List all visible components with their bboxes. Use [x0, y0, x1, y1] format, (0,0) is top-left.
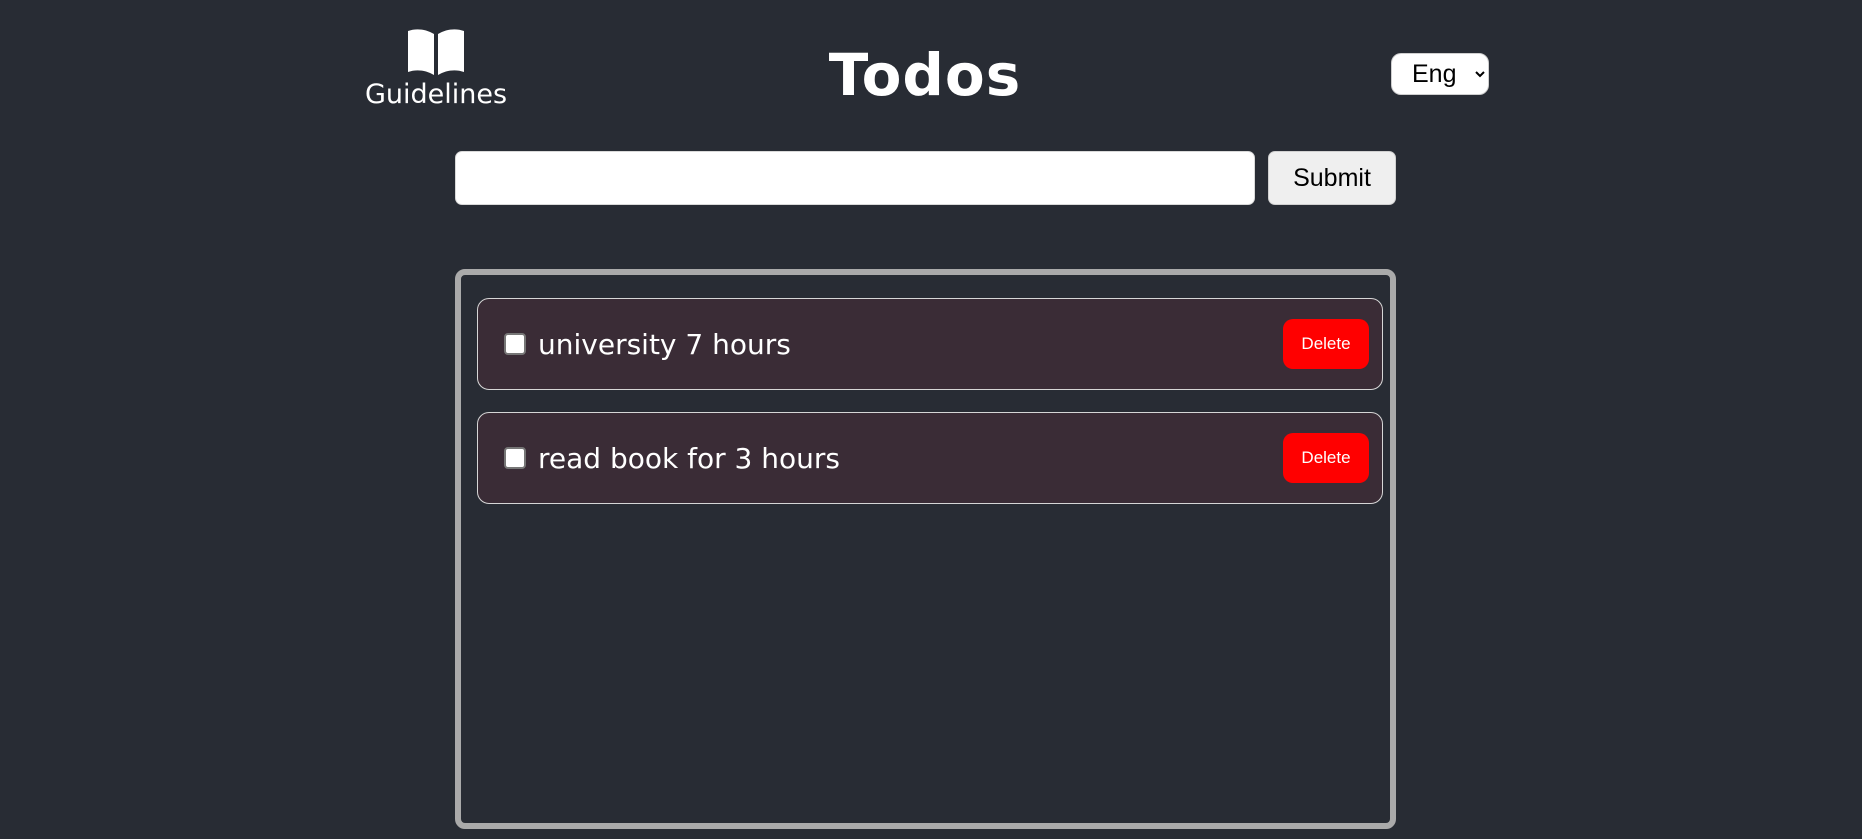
todo-text: university 7 hours: [538, 328, 791, 361]
delete-button[interactable]: Delete: [1283, 433, 1369, 483]
todo-list: university 7 hours Delete read book for …: [455, 269, 1396, 829]
todo-item: read book for 3 hours Delete: [477, 412, 1383, 504]
todo-item: university 7 hours Delete: [477, 298, 1383, 390]
delete-button[interactable]: Delete: [1283, 319, 1369, 369]
todo-text: read book for 3 hours: [538, 442, 840, 475]
todo-checkbox[interactable]: [504, 447, 526, 469]
submit-button[interactable]: Submit: [1268, 151, 1396, 205]
language-select[interactable]: Eng: [1391, 53, 1489, 95]
todo-input[interactable]: [455, 151, 1255, 205]
guidelines-label: Guidelines: [364, 79, 508, 110]
page-title: Todos: [828, 41, 1022, 109]
book-open-icon: [408, 29, 464, 75]
guidelines-link[interactable]: Guidelines: [360, 28, 512, 118]
todo-checkbox[interactable]: [504, 333, 526, 355]
